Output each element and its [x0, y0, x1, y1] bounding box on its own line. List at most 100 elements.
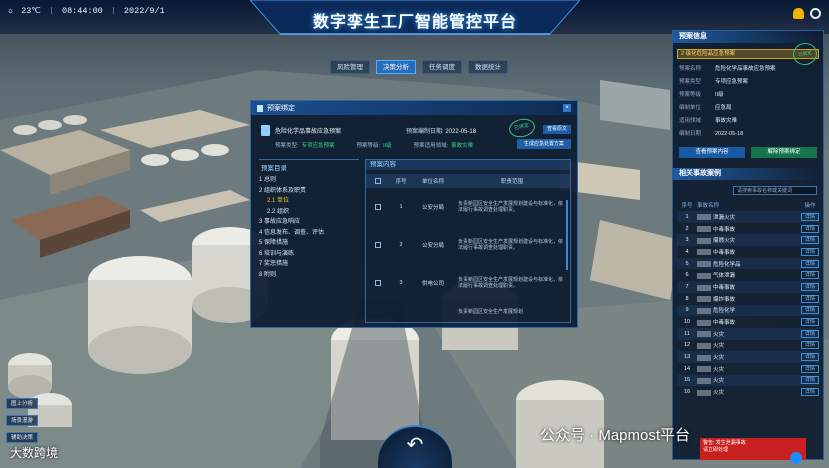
tab-decision[interactable]: 决策分析 [376, 60, 416, 74]
detail-button[interactable]: 详情 [801, 376, 819, 385]
toc-title: 预案目录 [261, 165, 287, 172]
case-row[interactable]: 13 火灾 详情 [677, 351, 819, 363]
document-icon [257, 104, 263, 112]
case-row[interactable]: 10 中毒事故 详情 [677, 316, 819, 328]
detail-button[interactable]: 详情 [801, 259, 819, 268]
table-row[interactable]: 2 公安分局 负责新园区安全生产发展规划建设与标准化，依法履行事故调查处理职责。 [366, 226, 570, 264]
back-button[interactable]: ↶ [378, 425, 452, 468]
row-checkbox[interactable] [375, 204, 381, 210]
plan-meta: 预案类型: 专项应急预案 预案等级: II级 预案适用领域: 事故灾难 [275, 143, 474, 149]
weather-icon: ☼ [8, 6, 14, 16]
table-row[interactable]: 负责新园区安全生产发展规划 [366, 302, 570, 322]
plan-info: 危险化学品事故应急预案 预案编制日期: 2022-05-18 已绑定 查看原文 … [261, 116, 571, 155]
map-analysis-button[interactable]: 图上分析 [6, 398, 38, 409]
detail-button[interactable]: 详情 [801, 364, 819, 373]
detail-button[interactable]: 详情 [801, 224, 819, 233]
detail-button[interactable]: 详情 [801, 318, 819, 327]
view-plan-button[interactable]: 查看预案内容 [679, 147, 745, 158]
detail-button[interactable]: 详情 [801, 353, 819, 362]
notification-dot-icon[interactable] [790, 452, 802, 464]
tab-statistics[interactable]: 数据统计 [468, 60, 508, 74]
main-tabs: 风险管理 决策分析 任务调度 数据统计 [330, 60, 508, 74]
case-row[interactable]: 8 爆炸事故 详情 [677, 293, 819, 305]
plan-date-value: 2022-05-18 [445, 129, 477, 135]
detail-button[interactable]: 详情 [801, 212, 819, 221]
row-checkbox[interactable] [375, 242, 381, 248]
toc-item[interactable]: 5 保障措施 [259, 238, 359, 249]
back-arrow-icon: ↶ [406, 434, 424, 456]
case-search-input[interactable]: 请搜索事故名称或关键词 [733, 186, 817, 195]
scene-roam-button[interactable]: 场景漫游 [6, 415, 38, 426]
toc-item[interactable]: 7 奖惩措施 [259, 259, 359, 270]
close-icon[interactable]: × [563, 104, 571, 112]
plan-binding-modal: 预案绑定 × 危险化学品事故应急预案 预案编制日期: 2022-05-18 已绑… [250, 100, 578, 328]
unbind-plan-button[interactable]: 解除预案绑定 [751, 147, 817, 158]
row-checkbox[interactable] [375, 280, 381, 286]
detail-button[interactable]: 详情 [801, 306, 819, 315]
table-row[interactable]: 3 供电公司 负责新园区安全生产发展规划建设与标准化，依法履行事故调查处理职责。 [366, 264, 570, 302]
field-row: 编制单位 应急局 [679, 105, 732, 111]
plan-level: II级 [383, 143, 392, 149]
generate-plan-button[interactable]: 生成应急处置方案 [517, 139, 571, 149]
case-row[interactable]: 12 火灾 详情 [677, 340, 819, 352]
right-panel: 预案信息 2 级化危险品应急预案 已绑定 预案名称 危险化学品事故应急预案 预案类… [672, 30, 824, 460]
detail-button[interactable]: 详情 [801, 294, 819, 303]
case-row[interactable]: 2 中毒事故 详情 [677, 223, 819, 235]
assist-decision-button[interactable]: 辅助决策 [6, 432, 38, 443]
plan-actions: 查看预案内容 解除预案绑定 [679, 147, 817, 158]
plan-date: 预案编制日期: 2022-05-18 [406, 129, 477, 135]
field-row: 预案类型 专项应急预案 [679, 79, 749, 85]
toc-item[interactable]: 8 附则 [259, 270, 359, 281]
toc-item[interactable]: 1 总则 [259, 175, 359, 186]
file-icon [261, 125, 270, 136]
scrollbar[interactable] [566, 200, 568, 270]
toc-item[interactable]: 6 培训与演练 [259, 249, 359, 260]
case-row[interactable]: 3 爆燃火灾 详情 [677, 234, 819, 247]
user-icon[interactable] [810, 8, 821, 19]
view-original-button[interactable]: 查看原文 [543, 125, 571, 134]
top-bar: ☼ 23℃ | 08:44:00 | 2022/9/1 数字孪生工厂智能管控平台 [0, 0, 829, 35]
toc-item[interactable]: 3 事故应急响应 [259, 217, 359, 228]
case-row[interactable]: 7 中毒事故 详情 [677, 281, 819, 293]
case-row[interactable]: 14 火灾 详情 [677, 363, 819, 375]
detail-button[interactable]: 详情 [801, 329, 819, 338]
table-row[interactable]: 1 公安分局 负责新园区安全生产发展规划建设与标准化，依法履行事故调查处理职责。 [366, 188, 570, 226]
tab-risk[interactable]: 风险管理 [330, 60, 370, 74]
title-banner: 数字孪生工厂智能管控平台 [250, 0, 580, 38]
detail-button[interactable]: 详情 [801, 341, 819, 350]
case-row[interactable]: 9 危险化学 详情 [677, 304, 819, 317]
clock: 08:44:00 [61, 6, 103, 16]
case-row[interactable]: 16 火灾 详情 [677, 386, 819, 398]
toc-item[interactable]: 4 信息发布、调查、评估 [259, 228, 359, 239]
plan-fields: 预案名称 危险化学品事故应急预案 预案类型 专项应急预案 预案等级 II级 编制单位应… [673, 63, 823, 141]
case-row[interactable]: 11 火灾 详情 [677, 327, 819, 340]
divider: | [48, 6, 54, 16]
detail-button[interactable]: 详情 [801, 388, 819, 397]
case-row[interactable]: 5 危险化学品 详情 [677, 257, 819, 270]
case-table-header: 序号 事故名称 操作 [681, 203, 816, 209]
detail-button[interactable]: 详情 [801, 247, 819, 256]
tab-dispatch[interactable]: 任务调度 [422, 60, 462, 74]
watermark-right: 公众号 · Mapmost平台 [540, 427, 691, 444]
case-row[interactable]: 15 火灾 详情 [677, 374, 819, 387]
field-row: 预案名称 危险化学品事故应急预案 [679, 66, 776, 72]
toc-item[interactable]: 2 组织体系及职责 [259, 186, 359, 197]
case-row[interactable]: 4 中毒事故 详情 [677, 246, 819, 258]
watermark-left: 大数跨境 [10, 446, 59, 460]
case-row[interactable]: 6 气体泄漏 详情 [677, 269, 819, 281]
detail-button[interactable]: 详情 [801, 271, 819, 280]
select-all-checkbox[interactable] [375, 178, 381, 184]
bell-icon[interactable] [793, 8, 804, 19]
detail-button[interactable]: 详情 [801, 236, 819, 245]
case-row[interactable]: 1 泄漏火灾 详情 [677, 211, 819, 223]
top-icons [793, 8, 821, 19]
toc-item[interactable]: 2.2 组织 [259, 207, 359, 218]
status-bar: ☼ 23℃ | 08:44:00 | 2022/9/1 [8, 6, 165, 16]
col-header: 职责范围 [500, 179, 523, 185]
detail-button[interactable]: 详情 [801, 282, 819, 291]
date: 2022/9/1 [123, 6, 165, 16]
col-header: 单位名称 [421, 179, 444, 185]
modal-title: 预案绑定 [267, 105, 295, 112]
bound-stamp: 已绑定 [507, 116, 537, 140]
toc-item-active[interactable]: 2.1 单位 [259, 196, 359, 207]
